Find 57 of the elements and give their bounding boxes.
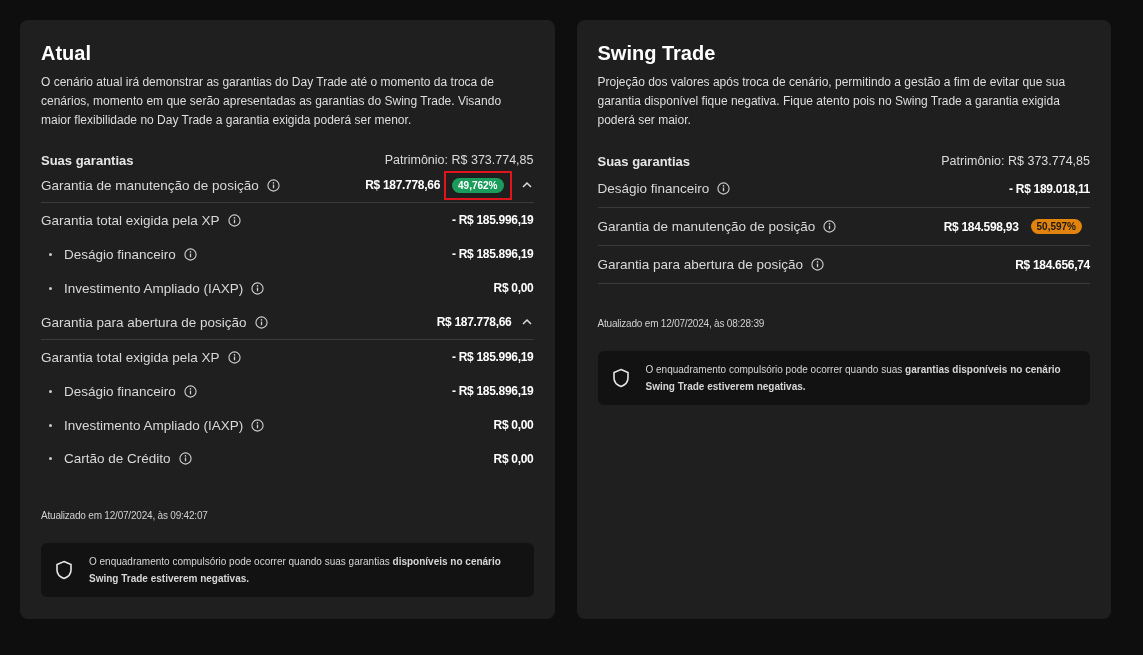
patrimonio-text: Patrimônio: R$ 373.774,85 [384,153,534,168]
info-icon[interactable] [811,258,825,271]
row-value: - R$ 189.018,11 [1009,181,1090,196]
row-value: - R$ 185.996,19 [451,350,534,365]
section-label: Suas garantias [597,153,690,169]
row-label: Cartão de Crédito [64,451,171,467]
info-icon[interactable] [251,281,265,295]
section-label: Suas garantias [41,152,134,168]
row-label: Garantia total exigida pela XP [41,349,220,365]
info-icon[interactable] [227,350,241,364]
row-value: R$ 187.778,66 [365,178,440,193]
row-value: - R$ 185.896,19 [451,384,534,399]
info-icon[interactable] [178,452,192,466]
row-value: R$ 0,00 [493,452,534,466]
updated-timestamp: Atualizado em 12/07/2024, às 08:28:39 [597,318,766,329]
info-icon[interactable] [183,384,197,398]
info-icon[interactable] [254,315,268,329]
row-label: Investimento Ampliado (IAXP) [64,280,244,296]
shield-icon [55,559,73,580]
card-description: O cenário atual irá demonstrar as garantias do Day Trade até o momento da troca de cenários, momento em que serão apresentadas as garantias do Swing Trade. Visando maior flexibilidade no Day Trade a garantia exigida poderá ser menor. [41,74,503,129]
card-title: Swing Trade [597,42,717,65]
row-label: Garantia para abertura de posição [597,257,804,272]
patrimonio-text: Patrimônio: R$ 373.774,85 [941,154,1090,168]
row-label: Garantia para abertura de posição [41,314,247,330]
notice-text: O enquadramento compulsório pode ocorrer quando suas garantias disponíveis no cenário Swing Trade estiverem negativas. [645,363,1062,394]
info-icon[interactable] [717,182,731,195]
row-label: Garantia de manutenção de posição [597,219,816,234]
card-title: Atual [41,42,92,65]
card-description: Projeção dos valores após troca de cenário, permitindo a gestão a fim de evitar que sua garantia disponível fique negativa. Fique atento pois no Swing Trade a garantia exigida poderá ser maior. [597,74,1067,129]
percent-badge: 50,597% [1030,219,1082,234]
row-value: - R$ 185.896,19 [451,247,534,262]
row-value: R$ 0,00 [493,281,534,296]
info-icon[interactable] [183,247,197,261]
shield-icon [611,368,630,388]
row-value: R$ 184.656,74 [1015,257,1090,272]
info-icon[interactable] [227,213,241,227]
notice-text: O enquadramento compulsório pode ocorrer quando suas garantias disponíveis no cenário Swing Trade estiverem negativas. [89,554,502,586]
row-value: R$ 184.598,93 [943,219,1019,234]
bullet-icon [49,389,52,393]
row-value: R$ 0,00 [493,418,534,433]
row-label: Investimento Ampliado (IAXP) [64,417,244,433]
percent-badge: 49,762% [452,178,504,193]
info-icon[interactable] [251,418,265,432]
bullet-icon [49,252,52,256]
row-label: Deságio financeiro [64,246,176,262]
bullet-icon [49,457,52,461]
bullet-icon [49,423,52,427]
updated-timestamp: Atualizado em 12/07/2024, às 09:42:07 [41,509,209,521]
row-label: Deságio financeiro [597,181,710,196]
bullet-icon [49,286,52,290]
info-icon[interactable] [823,220,837,233]
info-icon[interactable] [266,179,280,192]
row-value: R$ 187.778,66 [436,315,512,330]
row-value: - R$ 185.996,19 [451,213,534,228]
row-label: Deságio financeiro [64,383,176,399]
row-label: Garantia de manutenção de posição [41,178,259,193]
row-label: Garantia total exigida pela XP [41,212,220,228]
